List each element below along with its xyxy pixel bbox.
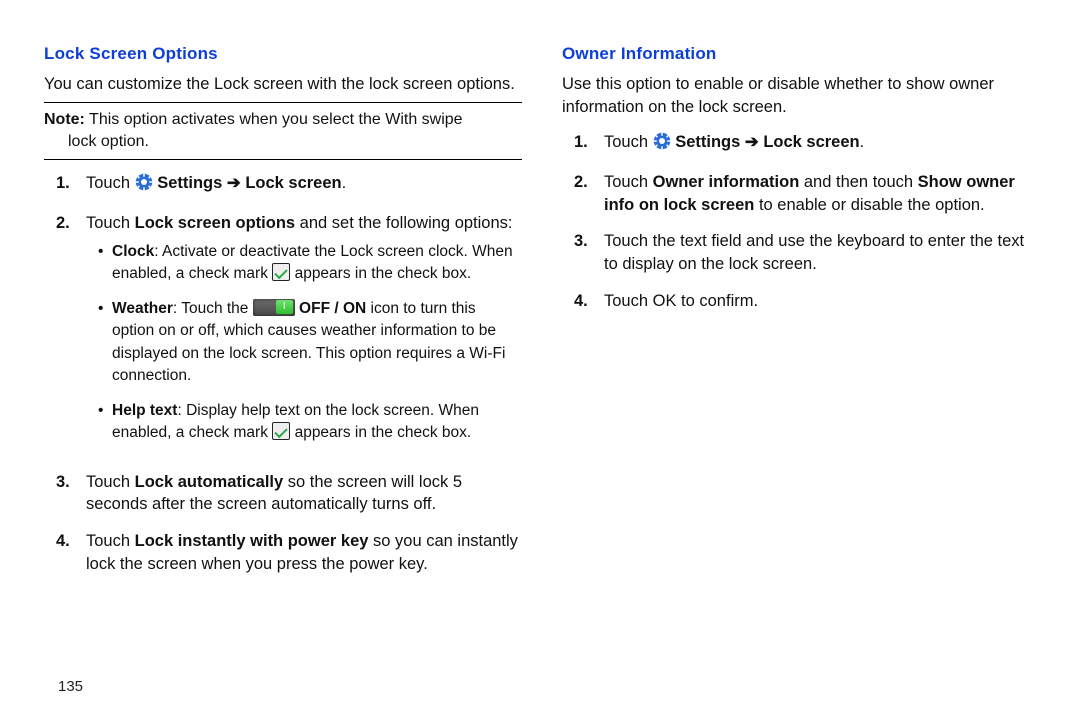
bullet-text: : Touch the (173, 300, 253, 317)
bold-lockscreen: Lock screen (763, 133, 859, 151)
note-text: This option activates when you select th… (85, 111, 463, 128)
bullet-head: Help text (112, 402, 177, 419)
note-label: Note: (44, 111, 85, 128)
settings-gear-icon (653, 132, 671, 157)
toggle-off-on-icon (253, 299, 295, 316)
manual-page: Lock Screen Options You can customize th… (0, 0, 1080, 720)
bullet-head: Weather (112, 300, 173, 317)
bullet-item-helptext: Help text: Display help text on the lock… (98, 400, 522, 451)
step-text: Touch (604, 173, 653, 191)
step-item: 4. Touch OK to confirm. (574, 290, 1040, 321)
step-text: Touch (86, 473, 135, 491)
bold-text: Lock automatically (135, 473, 284, 491)
arrow-icon: ➔ (740, 133, 763, 151)
intro-text: You can customize the Lock screen with t… (44, 73, 522, 96)
step-item: 1. Touch Settings ➔ Lock screen. (56, 172, 522, 206)
page-number: 135 (58, 677, 83, 698)
steps-list: 1. Touch Settings ➔ Lock screen. 2. Touc… (562, 131, 1040, 321)
arrow-icon: ➔ (222, 174, 245, 192)
step-number: 4. (574, 290, 588, 313)
step-tail: and set the following options: (295, 214, 512, 232)
left-column: Lock Screen Options You can customize th… (44, 34, 522, 720)
divider (44, 102, 522, 103)
steps-list: 1. Touch Settings ➔ Lock screen. 2. Touc… (44, 172, 522, 583)
step-number: 2. (56, 212, 70, 235)
bullet-list: Clock: Activate or deactivate the Lock s… (86, 241, 522, 451)
step-tail: . (342, 174, 347, 192)
checkmark-icon (272, 422, 290, 440)
step-text: Touch OK to confirm. (604, 292, 758, 310)
intro-text: Use this option to enable or disable whe… (562, 73, 1040, 119)
right-column: Owner Information Use this option to ena… (562, 34, 1040, 720)
bullet-item-clock: Clock: Activate or deactivate the Lock s… (98, 241, 522, 292)
divider (44, 159, 522, 160)
step-number: 3. (56, 471, 70, 494)
step-number: 3. (574, 230, 588, 253)
step-text: Touch (86, 214, 135, 232)
note-block: Note: This option activates when you sel… (44, 109, 522, 153)
bullet-item-weather: Weather: Touch the OFF / ON icon to turn… (98, 298, 522, 394)
bold-text: OFF / ON (295, 300, 366, 317)
bold-lockscreen: Lock screen (245, 174, 341, 192)
step-tail: to enable or disable the option. (754, 196, 984, 214)
step-text: Touch (86, 174, 135, 192)
settings-gear-icon (135, 173, 153, 198)
step-text: and then touch (799, 173, 917, 191)
step-item: 4. Touch Lock instantly with power key s… (56, 530, 522, 584)
step-item: 2. Touch Lock screen options and set the… (56, 212, 522, 465)
bullet-text: appears in the check box. (290, 265, 471, 282)
step-number: 1. (56, 172, 70, 195)
step-number: 1. (574, 131, 588, 154)
bold-settings: Settings (157, 174, 222, 192)
step-text: Touch (86, 532, 135, 550)
step-tail: . (860, 133, 865, 151)
bullet-text: appears in the check box. (290, 424, 471, 441)
step-text: Touch (604, 133, 653, 151)
step-item: 3. Touch the text field and use the keyb… (574, 230, 1040, 284)
step-number: 4. (56, 530, 70, 553)
bold-settings: Settings (675, 133, 740, 151)
checkmark-icon (272, 263, 290, 281)
bold-text: Lock screen options (135, 214, 295, 232)
note-text-cont: lock option. (44, 131, 522, 153)
step-text: Touch the text field and use the keyboar… (604, 232, 1024, 273)
step-number: 2. (574, 171, 588, 194)
heading-owner-information: Owner Information (562, 42, 1040, 65)
bold-text: Lock instantly with power key (135, 532, 369, 550)
bullet-head: Clock (112, 243, 154, 260)
heading-lock-screen-options: Lock Screen Options (44, 42, 522, 65)
bold-text: Owner information (653, 173, 800, 191)
step-item: 1. Touch Settings ➔ Lock screen. (574, 131, 1040, 165)
step-item: 3. Touch Lock automatically so the scree… (56, 471, 522, 525)
step-item: 2. Touch Owner information and then touc… (574, 171, 1040, 225)
